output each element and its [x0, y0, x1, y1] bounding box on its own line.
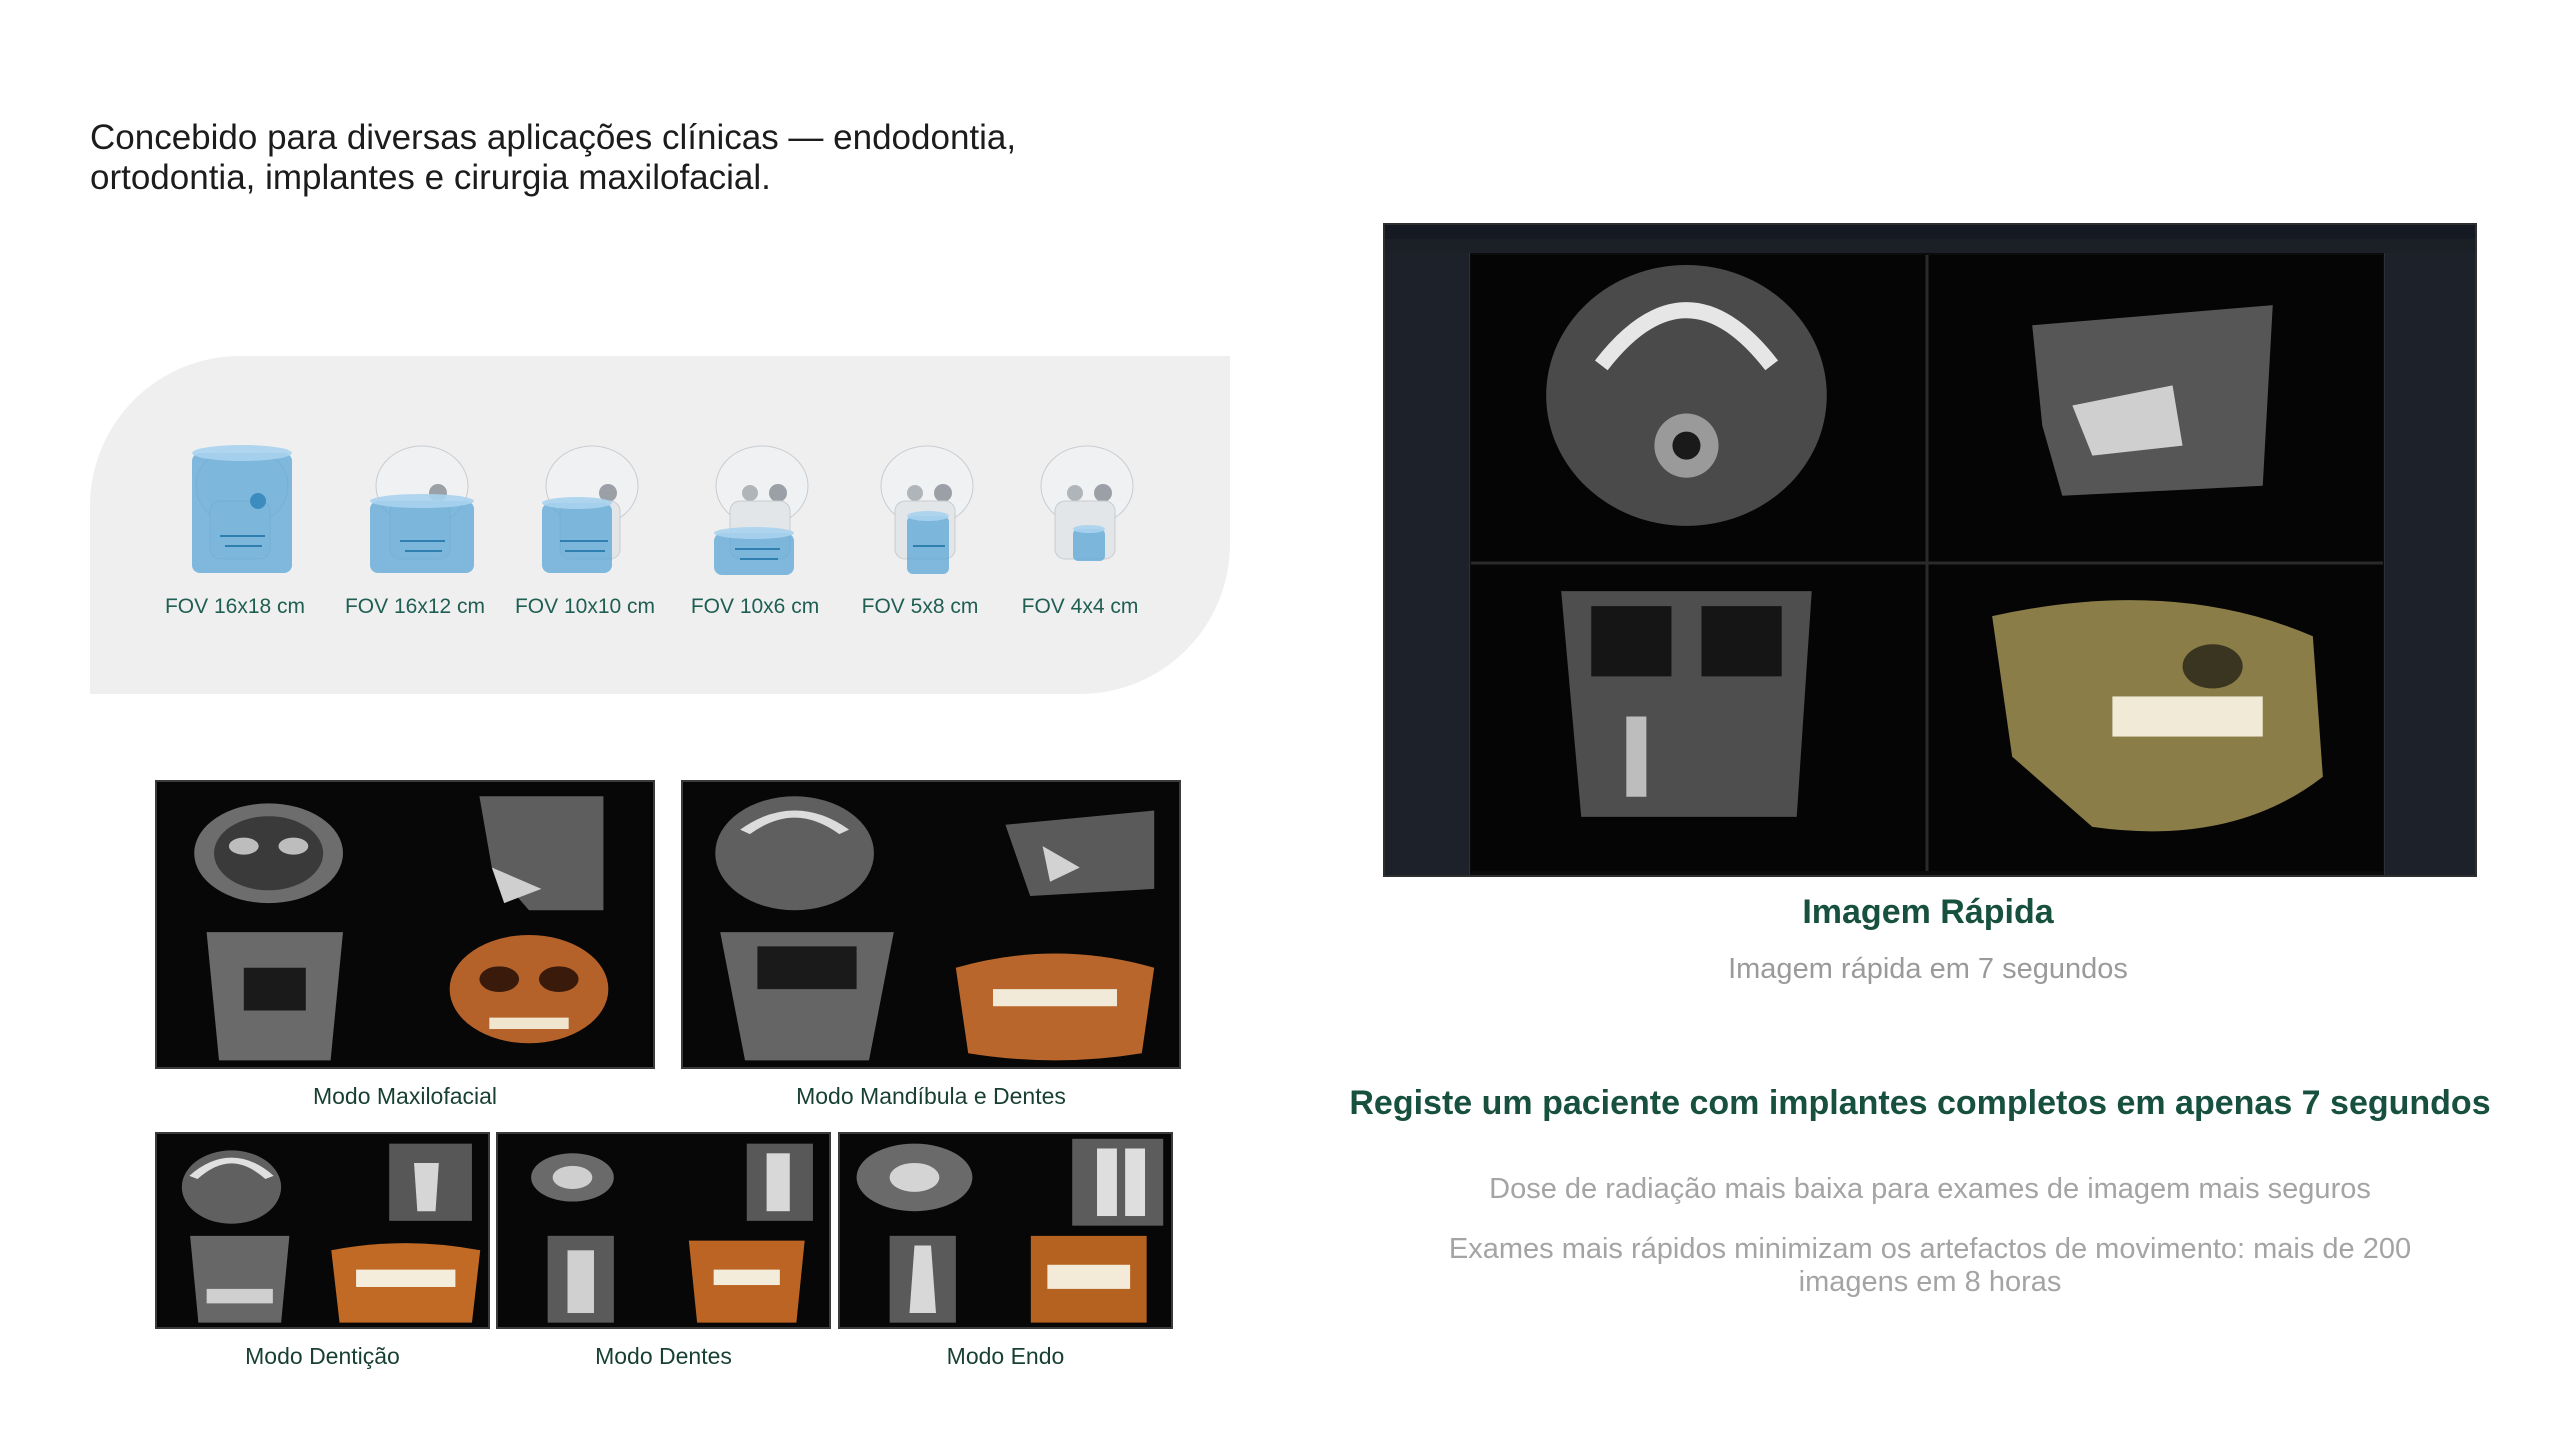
mode-endo-thumbnail: [838, 1132, 1173, 1329]
fov-label: FOV 16x18 cm: [164, 595, 306, 618]
benefit-speed-line-1: Exames mais rápidos minimizam os artefac…: [1448, 1233, 2412, 1265]
axial-view-image: [498, 1134, 664, 1231]
coronal-view-image: [840, 1230, 1006, 1327]
mode-mandibula-label: Modo Mandíbula e Dentes: [796, 1083, 1066, 1109]
benefit-speed: Exames mais rápidos minimizam os artefac…: [1380, 1233, 2480, 1299]
fov-item: FOV 4x4 cm: [995, 431, 1165, 619]
3d-skull-image: [405, 924, 653, 1067]
software-viewports: [1471, 255, 2383, 871]
software-titlebar: [1385, 225, 2475, 239]
sagittal-view-image: [1005, 1134, 1171, 1231]
software-menubar: [1385, 239, 2475, 253]
coronal-view-image: [498, 1230, 664, 1327]
intro-line-1: Concebido para diversas aplicações clíni…: [90, 118, 1017, 157]
mode-dentes-label: Modo Dentes: [595, 1343, 732, 1369]
axial-view-image: [157, 782, 405, 925]
3d-teeth-image: [1005, 1230, 1171, 1327]
fov-label: FOV 10x6 cm: [690, 595, 820, 618]
mode-denticao-card: Modo Dentição: [155, 1132, 490, 1370]
coronal-view-image: [157, 1230, 323, 1327]
sagittal-view-image: [931, 782, 1179, 925]
sagittal-view-image: [663, 1134, 829, 1231]
skull-fov-10x6-icon: [714, 445, 809, 575]
skull-fov-16x18-icon: [192, 445, 292, 573]
quick-image-title: Imagem Rápida: [1802, 893, 2054, 931]
fov-item: FOV 16x18 cm: [150, 431, 320, 619]
mode-endo-label: Modo Endo: [946, 1343, 1065, 1369]
fov-label: FOV 16x12 cm: [344, 595, 486, 618]
fov-panel: FOV 16x18 cm FOV 16x12 cm FOV 10x10 cm F…: [90, 356, 1230, 694]
fov-label: FOV 10x10 cm: [514, 595, 656, 618]
fov-item: FOV 5x8 cm: [835, 431, 1005, 619]
3d-jaw-image: [931, 924, 1179, 1067]
mode-mandibula-card: Modo Mandíbula e Dentes: [681, 780, 1181, 1110]
mode-denticao-thumbnail: [155, 1132, 490, 1329]
fov-item: FOV 10x10 cm: [500, 431, 670, 619]
3d-teeth-image: [322, 1230, 488, 1327]
benefit-speed-line-2: imagens em 8 horas: [1798, 1266, 2062, 1298]
fov-label: FOV 4x4 cm: [1021, 595, 1139, 618]
mode-maxilofacial-card: Modo Maxilofacial: [155, 780, 655, 1110]
software-left-panel: [1385, 253, 1470, 875]
sagittal-view-image: [405, 782, 653, 925]
skull-fov-5x8-icon: [880, 445, 974, 574]
mode-endo-card: Modo Endo: [838, 1132, 1173, 1370]
intro-text: Concebido para diversas aplicações clíni…: [90, 118, 1190, 198]
register-heading: Registe um paciente com implantes comple…: [1349, 1084, 2491, 1122]
skull-fov-10x10-icon: [542, 445, 639, 573]
axial-view-image: [840, 1134, 1006, 1231]
mode-mandibula-thumbnail: [681, 780, 1181, 1069]
skull-fov-16x12-icon: [370, 445, 474, 573]
software-screenshot: [1383, 223, 2477, 877]
mode-maxilofacial-label: Modo Maxilofacial: [312, 1083, 498, 1109]
axial-view-image: [157, 1134, 323, 1231]
benefit-dose: Dose de radiação mais baixa para exames …: [1489, 1173, 2371, 1205]
mode-maxilofacial-thumbnail: [155, 780, 655, 1069]
fov-label: FOV 5x8 cm: [861, 595, 979, 618]
3d-teeth-image: [663, 1230, 829, 1327]
sagittal-view-image: [322, 1134, 488, 1231]
mode-dentes-card: Modo Dentes: [496, 1132, 831, 1370]
ct-viewports-image: [1471, 255, 2383, 871]
mode-denticao-label: Modo Dentição: [245, 1343, 400, 1369]
intro-line-2: ortodontia, implantes e cirurgia maxilof…: [90, 158, 771, 197]
fov-item: FOV 16x12 cm: [330, 431, 500, 619]
skull-fov-4x4-icon: [1040, 445, 1134, 561]
software-tools-panel: [2384, 253, 2475, 875]
coronal-view-image: [157, 924, 405, 1067]
coronal-view-image: [683, 924, 931, 1067]
fov-item: FOV 10x6 cm: [670, 431, 840, 619]
quick-image-subtitle: Imagem rápida em 7 segundos: [1728, 953, 2128, 985]
mode-dentes-thumbnail: [496, 1132, 831, 1329]
axial-view-image: [683, 782, 931, 925]
